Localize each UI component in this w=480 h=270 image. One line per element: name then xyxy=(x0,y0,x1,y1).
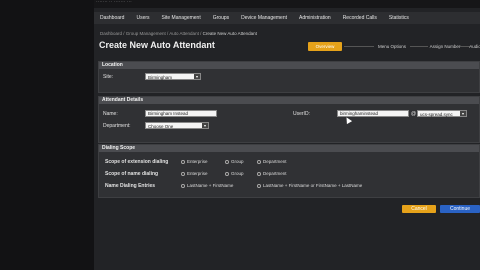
domain-select[interactable]: ucs-spread.sync ▾ xyxy=(417,110,467,117)
radio-extension-enterprise[interactable] xyxy=(181,160,185,164)
attendant-details-panel: Attendant Details Name: Birmingham Inste… xyxy=(98,96,480,143)
nav-statistics[interactable]: Statistics xyxy=(383,12,415,24)
radio-extension-department[interactable] xyxy=(257,160,261,164)
step-connector xyxy=(344,46,374,47)
userid-label: UserID: xyxy=(293,111,310,117)
location-panel: Location Site: Birmingham ▾ xyxy=(98,61,480,93)
extension-dialing-label: Scope of extension dialing xyxy=(105,159,169,165)
option-label: Enterprise xyxy=(187,171,208,176)
attendant-details-header: Attendant Details xyxy=(99,97,479,104)
name-label: Name: xyxy=(103,111,118,117)
nav-dashboard[interactable]: Dashboard xyxy=(94,12,130,24)
nav-recorded-calls[interactable]: Recorded Calls xyxy=(337,12,383,24)
nav-device-management[interactable]: Device Management xyxy=(235,12,293,24)
dialing-scope-panel: Dialing Scope Scope of extension dialing… xyxy=(98,144,480,198)
step-assign-number[interactable]: Assign Number xyxy=(428,42,462,51)
option-label: LastName + FirstName or FirstName + Last… xyxy=(263,183,363,188)
left-dark-area xyxy=(0,0,94,270)
nav-users[interactable]: Users xyxy=(130,12,155,24)
nav-groups[interactable]: Groups xyxy=(207,12,235,24)
continue-button[interactable]: Continue xyxy=(440,205,480,213)
name-field[interactable]: Birmingham Instead xyxy=(145,110,217,117)
option-label: Enterprise xyxy=(187,159,208,164)
wizard-steps: Overview Menu Options Assign Number Audi… xyxy=(308,42,480,51)
option-label: Group xyxy=(231,171,244,176)
at-sign: @ xyxy=(411,111,417,117)
main-nav: Dashboard Users Site Management Groups D… xyxy=(94,12,480,24)
location-header: Location xyxy=(99,62,479,69)
chevron-down-icon: ▾ xyxy=(202,123,208,128)
cancel-button[interactable]: Cancel xyxy=(402,205,436,213)
radio-name-group[interactable] xyxy=(225,172,229,176)
radio-name-department[interactable] xyxy=(257,172,261,176)
site-select[interactable]: Birmingham ▾ xyxy=(145,73,201,80)
site-label: Site: xyxy=(103,74,114,80)
option-label: LastName + FirstName xyxy=(187,183,234,188)
site-select-value: Birmingham xyxy=(148,75,173,80)
option-label: Group xyxy=(231,159,244,164)
nav-site-management[interactable]: Site Management xyxy=(156,12,207,24)
dialing-scope-header: Dialing Scope xyxy=(99,145,479,152)
department-select-value: Choose One xyxy=(148,124,174,129)
page-title: Create New Auto Attendant xyxy=(99,40,215,50)
radio-entries-both[interactable] xyxy=(257,184,261,188)
option-label: Department xyxy=(263,159,287,164)
domain-select-value: ucs-spread.sync xyxy=(420,112,453,117)
breadcrumb-current: Create New Auto Attendant xyxy=(202,31,257,36)
name-dialing-entries-label: Name Dialing Entries xyxy=(105,183,156,189)
step-overview[interactable]: Overview xyxy=(308,42,342,51)
step-audio[interactable]: Audio xyxy=(468,42,480,51)
name-dialing-label: Scope of name dialing xyxy=(105,171,159,177)
radio-extension-group[interactable] xyxy=(225,160,229,164)
radio-entries-lastfirst[interactable] xyxy=(181,184,185,188)
option-label: Department xyxy=(263,171,287,176)
department-label: Department: xyxy=(103,123,131,129)
step-menu-options[interactable]: Menu Options xyxy=(374,42,410,51)
department-select[interactable]: Choose One ▾ xyxy=(145,122,209,129)
window-top-text: ······· ·· ······· ··· xyxy=(96,0,132,5)
chevron-down-icon: ▾ xyxy=(194,74,200,79)
mouse-cursor-icon xyxy=(343,115,353,125)
chevron-down-icon: ▾ xyxy=(460,111,466,116)
breadcrumb: Dashboard / Group Management / Auto Atte… xyxy=(100,31,257,36)
app-window: Dashboard Users Site Management Groups D… xyxy=(94,8,480,270)
breadcrumb-path[interactable]: Dashboard / Group Management / Auto Atte… xyxy=(100,31,201,36)
step-connector xyxy=(410,46,428,47)
nav-administration[interactable]: Administration xyxy=(293,12,337,24)
radio-name-enterprise[interactable] xyxy=(181,172,185,176)
